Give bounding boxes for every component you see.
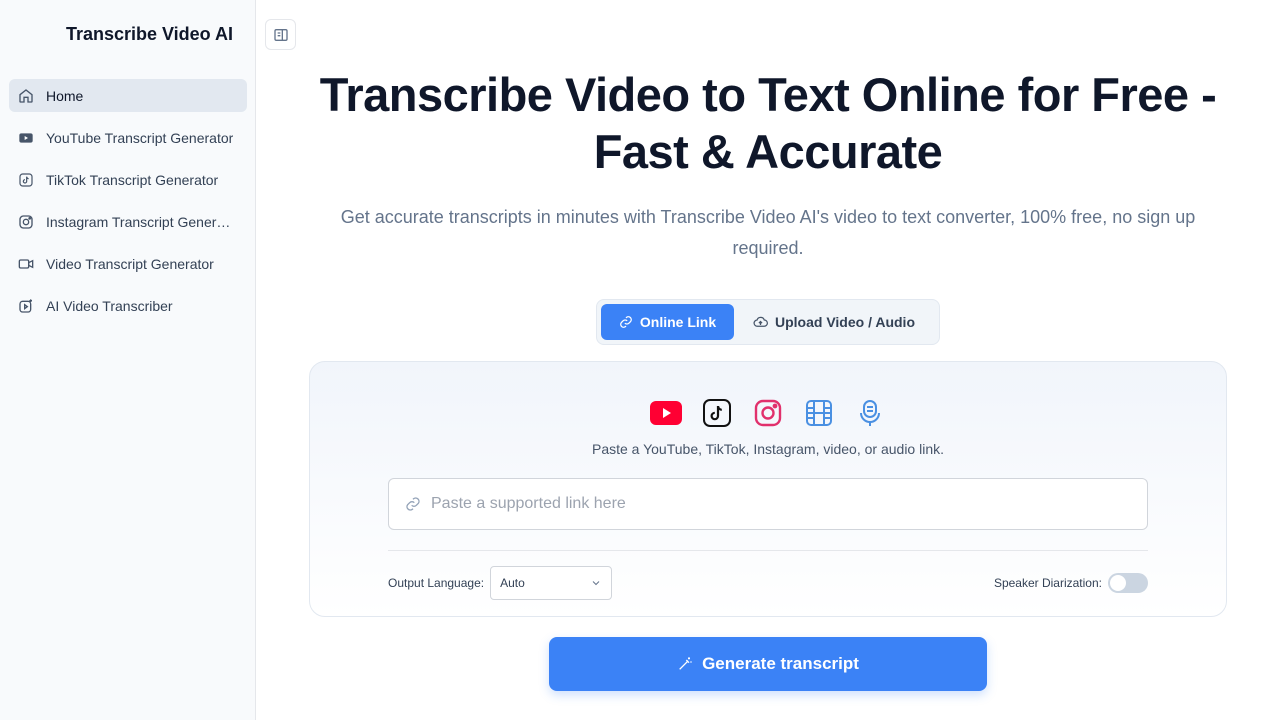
sidebar-item-instagram[interactable]: Instagram Transcript Generator <box>9 205 247 238</box>
speaker-diarization-label: Speaker Diarization: <box>993 576 1102 590</box>
instagram-icon <box>752 397 784 429</box>
link-icon <box>405 496 421 512</box>
sidebar-item-youtube[interactable]: YouTube Transcript Generator <box>9 121 247 154</box>
panel-left-icon <box>273 27 289 43</box>
instagram-icon <box>17 213 35 231</box>
film-icon <box>803 397 835 429</box>
output-language-select[interactable]: Auto <box>490 566 613 600</box>
sidebar-item-label: Video Transcript Generator <box>46 255 214 272</box>
page-title-line2: Fast & Accurate <box>593 125 943 178</box>
podcast-mic-icon <box>854 397 886 429</box>
card-divider <box>388 550 1148 551</box>
cloud-upload-icon <box>753 315 768 330</box>
output-language-label: Output Language: <box>388 576 485 590</box>
home-icon <box>17 87 35 105</box>
sidebar-item-label: Home <box>46 87 84 104</box>
sidebar-item-home[interactable]: Home <box>9 79 247 112</box>
tiktok-icon <box>701 397 733 429</box>
tiktok-icon <box>17 171 35 189</box>
sidebar-item-label: YouTube Transcript Generator <box>46 129 234 146</box>
sidebar: Transcribe Video AI Home YouTube Transcr… <box>0 0 256 720</box>
toggle-knob <box>1110 575 1126 591</box>
tab-upload-label: Upload Video / Audio <box>775 314 915 330</box>
page-subtitle: Get accurate transcripts in minutes with… <box>340 207 1196 258</box>
link-input-card: Paste a YouTube, TikTok, Instagram, vide… <box>309 361 1227 617</box>
supported-links-hint: Paste a YouTube, TikTok, Instagram, vide… <box>591 441 945 457</box>
generate-transcript-button[interactable]: Generate transcript <box>549 637 987 691</box>
link-input-field[interactable] <box>388 478 1148 530</box>
tab-online-link[interactable]: Online Link <box>601 304 734 340</box>
speaker-diarization-toggle[interactable] <box>1108 573 1148 593</box>
sidebar-item-ai-video[interactable]: AI Video Transcriber <box>9 289 247 322</box>
page-title: Transcribe Video to Text Online for Free… <box>300 66 1236 180</box>
youtube-icon <box>17 129 35 147</box>
sidebar-item-tiktok[interactable]: TikTok Transcript Generator <box>9 163 247 196</box>
chevron-down-icon <box>590 577 602 589</box>
magic-wand-icon <box>677 656 693 672</box>
brand-title[interactable]: Transcribe Video AI <box>0 24 233 45</box>
sidebar-item-video[interactable]: Video Transcript Generator <box>9 247 247 280</box>
tab-online-link-label: Online Link <box>639 314 717 330</box>
supported-platforms <box>650 397 905 429</box>
output-language-group: Output Language: Auto <box>388 566 613 600</box>
sidebar-item-label: TikTok Transcript Generator <box>46 171 219 188</box>
sidebar-nav: Home YouTube Transcript Generator TikTok… <box>9 79 247 331</box>
sidebar-item-label: AI Video Transcriber <box>46 297 173 314</box>
video-icon <box>17 255 35 273</box>
generate-transcript-label: Generate transcript <box>702 654 859 673</box>
output-language-value: Auto <box>500 576 525 590</box>
youtube-icon <box>650 397 682 429</box>
link-input[interactable] <box>431 495 1111 513</box>
link-icon <box>619 315 633 329</box>
speaker-diarization-group: Speaker Diarization: <box>994 573 1148 593</box>
ai-video-icon <box>17 297 35 315</box>
page-title-line1: Transcribe Video to Text Online for Free… <box>319 68 1217 121</box>
sidebar-item-label: Instagram Transcript Generator <box>46 213 238 230</box>
sidebar-toggle-button[interactable] <box>265 19 296 50</box>
tab-upload[interactable]: Upload Video / Audio <box>753 304 933 340</box>
source-tabs: Online Link Upload Video / Audio <box>596 299 940 345</box>
